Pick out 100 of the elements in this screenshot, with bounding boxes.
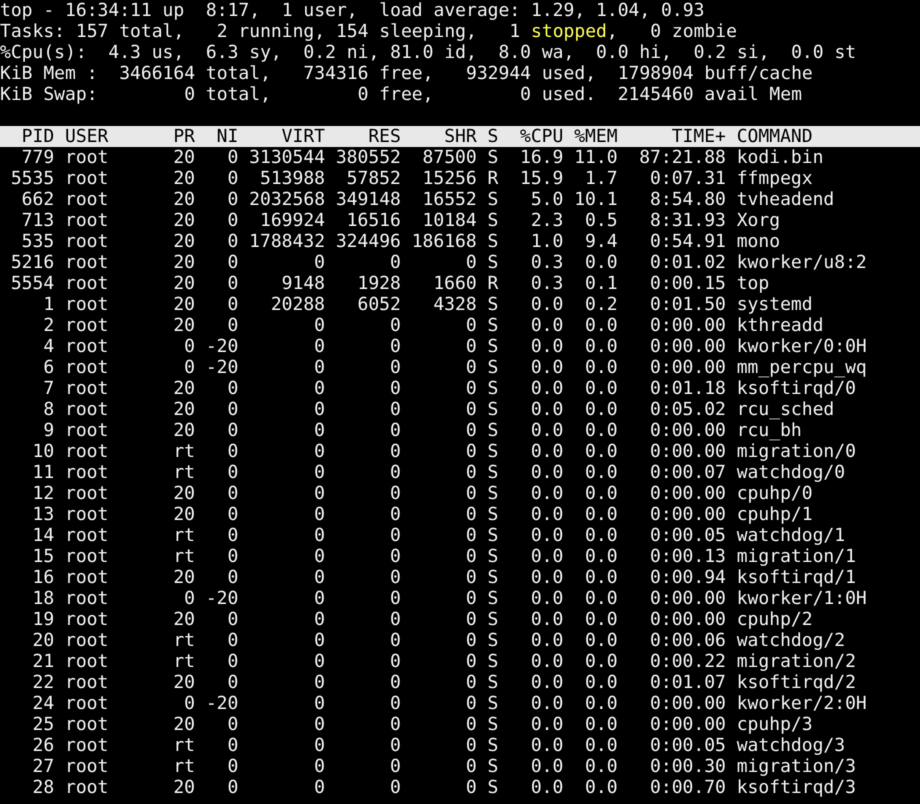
table-cell-text: 0.0	[530, 735, 564, 756]
table-cell-text: 1.7	[584, 168, 618, 189]
table-cell-text: root	[65, 651, 110, 672]
table-cell-text: 0	[226, 294, 238, 315]
table-cell-text: 0	[226, 462, 238, 483]
table-cell-text: kworker/0:0H	[736, 336, 868, 357]
table-cell-text: ksoftirqd/2	[736, 672, 857, 693]
table-cell-text: 0	[389, 630, 401, 651]
table-cell-text: rt	[172, 462, 196, 483]
table-cell-text: 20	[172, 420, 196, 441]
table-cell-text: 6	[42, 357, 54, 378]
table-cell-text: 0	[313, 567, 326, 588]
table-cell-text: 0	[313, 630, 326, 651]
table-cell-text: 16552	[422, 189, 477, 210]
table-cell: S	[488, 567, 498, 588]
table-cell-text: cpuhp/1	[736, 504, 814, 525]
table-cell-text: 0	[313, 546, 326, 567]
table-cell-text: 169924	[258, 210, 326, 231]
table-cell-text: 0.0	[584, 441, 618, 462]
table-cell-text: mm_percpu_wq	[736, 357, 868, 378]
table-cell-text: 1660	[432, 273, 477, 294]
table-cell-text: 7	[42, 378, 54, 399]
table-cell-text: 0	[464, 672, 477, 693]
table-cell-text: 0.0	[530, 378, 564, 399]
table-cell-text: 0:00.00	[649, 420, 726, 441]
column-header: SHR	[443, 126, 477, 147]
table-cell-text: root	[65, 189, 110, 210]
table-cell-text: rt	[172, 525, 196, 546]
table-cell-text: kworker/1:0H	[736, 588, 868, 609]
summary-line: top - 16:34:11 up 8:17, 1 user, load average: 1.29, 1.04, 0.93	[0, 0, 706, 21]
table-cell-text: 5554	[10, 273, 54, 294]
table-cell-text: 0:00.22	[649, 651, 726, 672]
table-cell-text: root	[65, 462, 110, 483]
table-cell-text: 0	[389, 399, 401, 420]
table-cell-text: 0	[313, 525, 326, 546]
table-cell-text: migration/1	[736, 546, 857, 567]
table-cell-text: 0.0	[530, 504, 564, 525]
table-cell-text: 9148	[280, 273, 326, 294]
table-cell-text: 0	[313, 462, 326, 483]
table-cell-text: 16.9	[519, 147, 564, 168]
table-cell-text: 0:00.00	[649, 588, 726, 609]
table-cell-text: rcu_bh	[736, 420, 803, 441]
table-cell-text: ksoftirqd/0	[736, 378, 857, 399]
table-cell-text: 1.0	[530, 231, 564, 252]
table-cell-text: 0:00.00	[649, 504, 726, 525]
table-cell-text: root	[65, 378, 110, 399]
table-cell-text: rt	[172, 735, 196, 756]
table-cell-text: 0	[389, 525, 401, 546]
table-cell-text: 0:00.00	[649, 483, 726, 504]
table-cell-text: 0	[389, 735, 401, 756]
column-header: COMMAND	[736, 126, 814, 147]
table-cell: -20	[206, 336, 238, 357]
table-cell-text: 0.0	[584, 714, 618, 735]
table-cell-text: 0.0	[584, 546, 618, 567]
table-cell-text: 0	[464, 693, 477, 714]
table-cell-text: 0.0	[584, 588, 618, 609]
table-cell-text: root	[65, 336, 110, 357]
table-cell-text: 0	[226, 483, 238, 504]
table-cell-text: 0.0	[530, 441, 564, 462]
table-cell-text: 20	[172, 315, 196, 336]
table-cell: 186168	[412, 231, 477, 252]
table-cell-text: root	[65, 777, 110, 798]
table-cell: S	[488, 735, 498, 756]
table-cell-text: 0	[226, 252, 238, 273]
table-cell-text: 0	[389, 609, 401, 630]
table-cell: S	[488, 504, 498, 525]
table-cell-text: 0	[389, 441, 401, 462]
table-cell-text: root	[65, 273, 110, 294]
table-cell-text: 0.0	[530, 588, 564, 609]
table-cell-text: 0.0	[584, 651, 618, 672]
table-cell-text: 0.0	[584, 693, 618, 714]
table-cell-text: 0:00.00	[649, 357, 726, 378]
table-cell: -20	[206, 588, 238, 609]
table-cell-text: 8	[42, 399, 54, 420]
table-cell-text: 0	[464, 714, 477, 735]
table-cell-text: 0.0	[584, 252, 618, 273]
table-cell: S	[488, 588, 498, 609]
table-cell-text: 0.3	[530, 252, 564, 273]
table-cell: S	[488, 399, 498, 420]
table-cell: R	[488, 273, 498, 294]
table-cell-text: 20	[172, 777, 196, 798]
table-cell-text: 0	[313, 357, 326, 378]
table-cell-text: 0	[183, 357, 196, 378]
table-cell-text: 0.0	[584, 336, 618, 357]
table-cell-text: 0	[313, 735, 326, 756]
table-cell-text: cpuhp/2	[736, 609, 814, 630]
table-cell-text: 0:01.02	[649, 252, 726, 273]
table-cell-text: 0	[226, 567, 238, 588]
table-cell-text: 0	[313, 504, 326, 525]
table-cell: S	[488, 420, 498, 441]
column-header: PID	[20, 126, 54, 147]
table-cell-text: root	[65, 399, 110, 420]
table-cell-text: 5216	[10, 252, 54, 273]
table-cell-text: 0.0	[584, 630, 618, 651]
table-cell-text: 0.0	[530, 336, 564, 357]
table-cell-text: 0	[464, 588, 477, 609]
table-cell-text: 20	[172, 294, 196, 315]
table-cell-text: root	[65, 483, 110, 504]
table-cell-text: 0	[464, 756, 477, 777]
table-cell: S	[488, 777, 498, 798]
